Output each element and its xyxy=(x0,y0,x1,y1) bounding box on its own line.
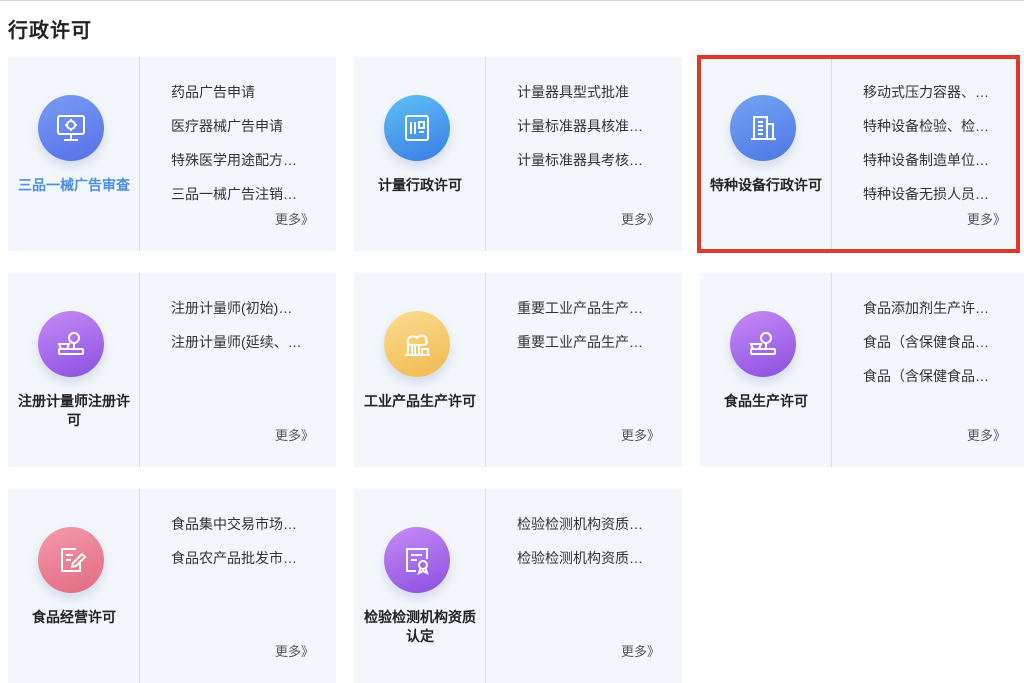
card-icon-panel[interactable]: 检验检测机构资质认定 xyxy=(354,489,486,683)
list-item[interactable]: 食品农产品批发市… xyxy=(171,541,321,575)
link-list: 重要工业产品生产… 重要工业产品生产… xyxy=(517,291,667,359)
card-icon-panel[interactable]: 三品一械广告审查 xyxy=(8,57,140,251)
more-link[interactable]: 更多》 xyxy=(275,425,314,444)
card-icon-panel[interactable]: 特种设备行政许可 xyxy=(700,57,832,251)
list-item[interactable]: 注册计量师(初始)… xyxy=(171,291,321,325)
card-title[interactable]: 注册计量师注册许可 xyxy=(14,392,134,430)
card-gongye-chanpin[interactable]: 工业产品生产许可 重要工业产品生产… 重要工业产品生产… 更多》 xyxy=(354,273,682,467)
card-jiliang-xingzheng[interactable]: 计量行政许可 计量器具型式批准 计量标准器具核准… 计量标准器具考核… 更多》 xyxy=(354,57,682,251)
list-item[interactable]: 注册计量师(延续、… xyxy=(171,325,321,359)
link-list: 检验检测机构资质… 检验检测机构资质… xyxy=(517,507,667,575)
monitor-gear-icon xyxy=(38,95,104,161)
weighing-scale-icon xyxy=(38,311,104,377)
link-list: 食品添加剂生产许… 食品（含保健食品… 食品（含保健食品… xyxy=(863,291,1013,393)
list-item[interactable]: 食品添加剂生产许… xyxy=(863,291,1013,325)
more-link[interactable]: 更多》 xyxy=(621,425,660,444)
card-icon-panel[interactable]: 食品生产许可 xyxy=(700,273,832,467)
certificate-icon xyxy=(384,527,450,593)
card-title[interactable]: 食品经营许可 xyxy=(14,608,134,627)
list-item[interactable]: 食品集中交易市场… xyxy=(171,507,321,541)
card-title[interactable]: 工业产品生产许可 xyxy=(360,392,480,411)
card-icon-panel[interactable]: 工业产品生产许可 xyxy=(354,273,486,467)
more-link[interactable]: 更多》 xyxy=(967,209,1006,228)
list-item[interactable]: 三品一械广告注销… xyxy=(171,177,321,211)
list-item[interactable]: 食品（含保健食品… xyxy=(863,325,1013,359)
list-item[interactable]: 医疗器械广告申请 xyxy=(171,109,321,143)
list-item[interactable]: 检验检测机构资质… xyxy=(517,507,667,541)
page-title: 行政许可 xyxy=(8,20,92,42)
list-item[interactable]: 特殊医学用途配方… xyxy=(171,143,321,177)
list-item[interactable]: 计量器具型式批准 xyxy=(517,75,667,109)
top-divider xyxy=(0,0,1024,1)
list-item[interactable]: 检验检测机构资质… xyxy=(517,541,667,575)
card-tezhong-shebei[interactable]: 特种设备行政许可 移动式压力容器、… 特种设备检验、检… 特种设备制造单位… 特… xyxy=(700,57,1024,251)
list-item[interactable]: 特种设备制造单位… xyxy=(863,143,1013,177)
link-list: 移动式压力容器、… 特种设备检验、检… 特种设备制造单位… 特种设备无损人员… xyxy=(863,75,1013,211)
list-item[interactable]: 特种设备无损人员… xyxy=(863,177,1013,211)
more-link[interactable]: 更多》 xyxy=(621,209,660,228)
list-item[interactable]: 药品广告申请 xyxy=(171,75,321,109)
more-link[interactable]: 更多》 xyxy=(621,641,660,660)
building-icon xyxy=(730,95,796,161)
card-title[interactable]: 三品一械广告审查 xyxy=(14,176,134,195)
card-shipin-jingying[interactable]: 食品经营许可 食品集中交易市场… 食品农产品批发市… 更多》 xyxy=(8,489,336,683)
card-icon-panel[interactable]: 食品经营许可 xyxy=(8,489,140,683)
card-title[interactable]: 特种设备行政许可 xyxy=(706,176,826,195)
food-scale-icon xyxy=(730,311,796,377)
card-title[interactable]: 计量行政许可 xyxy=(360,176,480,195)
card-icon-panel[interactable]: 计量行政许可 xyxy=(354,57,486,251)
factory-icon xyxy=(384,311,450,377)
link-list: 药品广告申请 医疗器械广告申请 特殊医学用途配方… 三品一械广告注销… xyxy=(171,75,321,211)
link-list: 计量器具型式批准 计量标准器具核准… 计量标准器具考核… xyxy=(517,75,667,177)
more-link[interactable]: 更多》 xyxy=(275,641,314,660)
list-item[interactable]: 计量标准器具考核… xyxy=(517,143,667,177)
list-item[interactable]: 计量标准器具核准… xyxy=(517,109,667,143)
link-list: 注册计量师(初始)… 注册计量师(延续、… xyxy=(171,291,321,359)
link-list: 食品集中交易市场… 食品农产品批发市… xyxy=(171,507,321,575)
list-item[interactable]: 食品（含保健食品… xyxy=(863,359,1013,393)
list-item[interactable]: 重要工业产品生产… xyxy=(517,291,667,325)
more-link[interactable]: 更多》 xyxy=(967,425,1006,444)
card-zhuce-jiliangshi[interactable]: 注册计量师注册许可 注册计量师(初始)… 注册计量师(延续、… 更多》 xyxy=(8,273,336,467)
list-item[interactable]: 重要工业产品生产… xyxy=(517,325,667,359)
card-title[interactable]: 检验检测机构资质认定 xyxy=(360,608,480,646)
card-title[interactable]: 食品生产许可 xyxy=(706,392,826,411)
card-sanpin-yixie[interactable]: 三品一械广告审查 药品广告申请 医疗器械广告申请 特殊医学用途配方… 三品一械广… xyxy=(8,57,336,251)
card-icon-panel[interactable]: 注册计量师注册许可 xyxy=(8,273,140,467)
card-jianyan-jiance[interactable]: 检验检测机构资质认定 检验检测机构资质… 检验检测机构资质… 更多》 xyxy=(354,489,682,683)
edit-document-icon xyxy=(38,527,104,593)
list-item[interactable]: 移动式压力容器、… xyxy=(863,75,1013,109)
document-chart-icon xyxy=(384,95,450,161)
card-shipin-shengchan[interactable]: 食品生产许可 食品添加剂生产许… 食品（含保健食品… 食品（含保健食品… 更多》 xyxy=(700,273,1024,467)
more-link[interactable]: 更多》 xyxy=(275,209,314,228)
list-item[interactable]: 特种设备检验、检… xyxy=(863,109,1013,143)
